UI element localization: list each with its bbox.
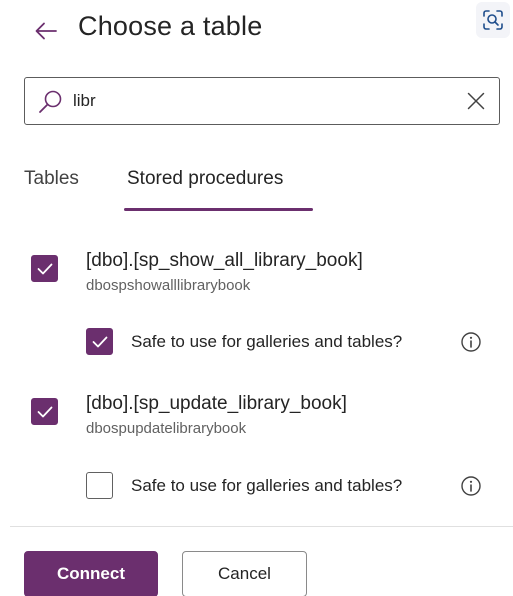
header: Choose a table [0,0,513,60]
tab-tables[interactable]: Tables [24,168,79,190]
info-icon[interactable] [460,475,482,497]
tab-stored-procedures[interactable]: Stored procedures [127,168,283,190]
arrow-left-icon [35,22,57,40]
info-icon[interactable] [460,331,482,353]
safe-label-1: Safe to use for galleries and tables? [131,332,403,351]
procedure-checkbox-2[interactable] [31,398,58,425]
checkmark-icon [37,263,52,274]
page-title: Choose a table [78,11,263,41]
procedure-name-2: [dbo].[sp_update_library_book] [86,393,347,414]
cancel-button[interactable]: Cancel [182,551,307,596]
clear-search-button[interactable] [463,88,489,114]
selected-tab-indicator [124,208,313,211]
procedure-checkbox-1[interactable] [31,255,58,282]
safe-label-2: Safe to use for galleries and tables? [131,476,403,495]
choose-table-panel: Choose a table Tables Stored procedures [0,0,513,596]
procedure-subtitle-2: dbospupdatelibrarybook [86,420,247,437]
connect-button[interactable]: Connect [24,551,158,596]
visual-search-icon [483,10,503,30]
search-box[interactable] [24,77,500,125]
search-icon [39,90,62,113]
safe-checkbox-1[interactable] [86,328,113,355]
checkmark-icon [92,336,107,347]
close-icon [467,92,485,110]
procedure-subtitle-1: dbospshowalllibrarybook [86,277,251,294]
safe-checkbox-2[interactable] [86,472,113,499]
visual-search-button[interactable] [476,2,510,38]
search-input[interactable] [73,86,453,116]
procedure-name-1: [dbo].[sp_show_all_library_book] [86,250,363,271]
footer-divider [10,526,513,527]
checkmark-icon [37,406,52,417]
back-button[interactable] [30,16,62,46]
